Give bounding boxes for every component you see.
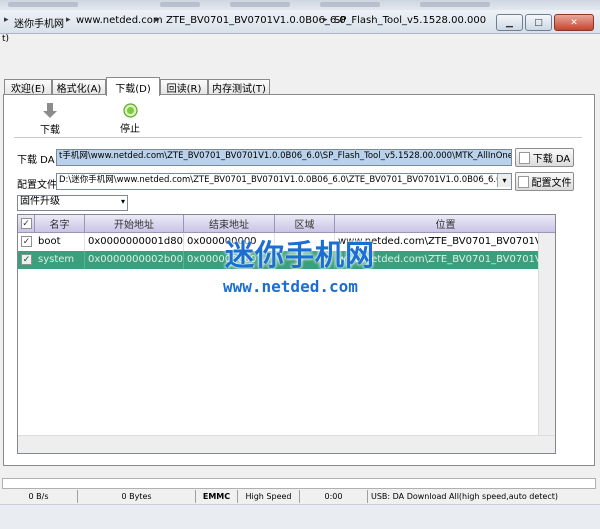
scatter-file-value: D:\迷你手机网\www.netded.com\ZTE_BV0701_BV070…	[59, 175, 512, 185]
window-controls: ▁ □ ✕	[496, 14, 594, 31]
cell-name: system	[35, 251, 85, 269]
stop-button[interactable]: 停止	[110, 103, 150, 135]
toolbar-divider	[14, 137, 582, 138]
column-header-name[interactable]: 名字	[35, 215, 85, 233]
column-header-end-address[interactable]: 结束地址	[184, 215, 275, 233]
breadcrumb-item[interactable]: SP_Flash_Tool_v5.1528.00.000	[334, 15, 486, 26]
minimize-icon: ▁	[506, 17, 513, 28]
maximize-icon: □	[534, 17, 543, 28]
file-icon	[518, 151, 530, 164]
cell-begin-address: 0x0000000001d80000	[85, 233, 184, 251]
tab-readback[interactable]: 回读(R)	[160, 79, 208, 95]
close-icon: ✕	[570, 17, 578, 28]
breadcrumb-arrow-icon: ▸	[66, 15, 71, 25]
checkbox-icon: ✓	[20, 218, 32, 229]
download-mode-value: 固件升级	[20, 196, 60, 207]
row-checkbox[interactable]: ✓	[21, 254, 32, 265]
watermark-brand: 迷你手机网	[225, 238, 376, 272]
breadcrumb-item[interactable]: 迷你手机网	[14, 15, 64, 30]
breadcrumb-arrow-icon: ▸	[323, 15, 328, 25]
chevron-down-icon: ▾	[120, 197, 125, 206]
cell-name: boot	[35, 233, 85, 251]
scatter-file-button-label: 配置文件	[531, 178, 572, 189]
file-icon	[517, 175, 529, 188]
da-file-button[interactable]: 下载 DA	[515, 148, 574, 167]
vertical-scrollbar[interactable]	[538, 233, 555, 437]
address-bar[interactable]: ▸ 迷你手机网 ▸ www.netded.com ▸ ZTE_BV0701_BV…	[0, 10, 600, 34]
download-mode-select[interactable]: 固件升级 ▾	[17, 195, 128, 211]
menu-item[interactable]: t)	[2, 34, 9, 44]
scatter-file-button[interactable]: 配置文件	[515, 172, 574, 191]
watermark-url: www.netded.com	[223, 277, 358, 296]
taskbar-strip	[0, 504, 600, 529]
cell-begin-address: 0x0000000002b00000	[85, 251, 184, 269]
da-file-field[interactable]: t手机网\www.netded.com\ZTE_BV0701_BV0701V1.…	[56, 149, 512, 166]
download-arrow-icon	[43, 103, 57, 118]
tab-welcome[interactable]: 欢迎(E)	[4, 79, 52, 95]
da-label: 下载 DA	[17, 155, 55, 166]
status-mode: High Speed	[238, 490, 300, 503]
close-button[interactable]: ✕	[554, 14, 594, 31]
da-file-button-label: 下载 DA	[532, 154, 571, 165]
header-select-all[interactable]: ✓	[18, 215, 35, 233]
minimize-button[interactable]: ▁	[496, 14, 523, 31]
tab-memory-test[interactable]: 内存测试(T)	[208, 79, 270, 95]
progress-bar	[2, 478, 596, 489]
breadcrumb-item[interactable]: www.netded.com	[76, 15, 163, 26]
chevron-down-icon[interactable]: ▾	[497, 174, 511, 187]
top-strip	[0, 0, 600, 10]
row-checkbox[interactable]: ✓	[21, 236, 32, 247]
status-info: USB: DA Download All(high speed,auto det…	[371, 492, 558, 501]
tab-download[interactable]: 下载(D)	[106, 77, 160, 96]
download-label: 下载	[40, 125, 60, 136]
stop-icon	[122, 103, 138, 118]
breadcrumb-arrow-icon: ▸	[4, 15, 9, 25]
column-header-begin-address[interactable]: 开始地址	[85, 215, 184, 233]
scatter-label: 配置文件	[17, 180, 57, 191]
breadcrumb-arrow-icon: ▸	[155, 15, 160, 25]
stop-label: 停止	[120, 124, 140, 135]
status-bytes: 0 Bytes	[78, 490, 196, 503]
scatter-file-field[interactable]: D:\迷你手机网\www.netded.com\ZTE_BV0701_BV070…	[56, 173, 512, 190]
maximize-button[interactable]: □	[525, 14, 552, 31]
status-storage: EMMC	[196, 490, 238, 503]
status-time: 0:00	[300, 490, 368, 503]
horizontal-scrollbar[interactable]	[18, 435, 555, 453]
tab-format[interactable]: 格式化(A)	[52, 79, 106, 95]
download-button[interactable]: 下载	[30, 103, 70, 136]
column-header-location[interactable]: 位置	[335, 215, 555, 233]
column-header-region[interactable]: 区域	[275, 215, 335, 233]
status-speed: 0 B/s	[0, 490, 78, 503]
breadcrumb-item[interactable]: ZTE_BV0701_BV0701V1.0.0B06_6.0	[166, 15, 346, 26]
menu-bar: t)	[0, 34, 600, 47]
